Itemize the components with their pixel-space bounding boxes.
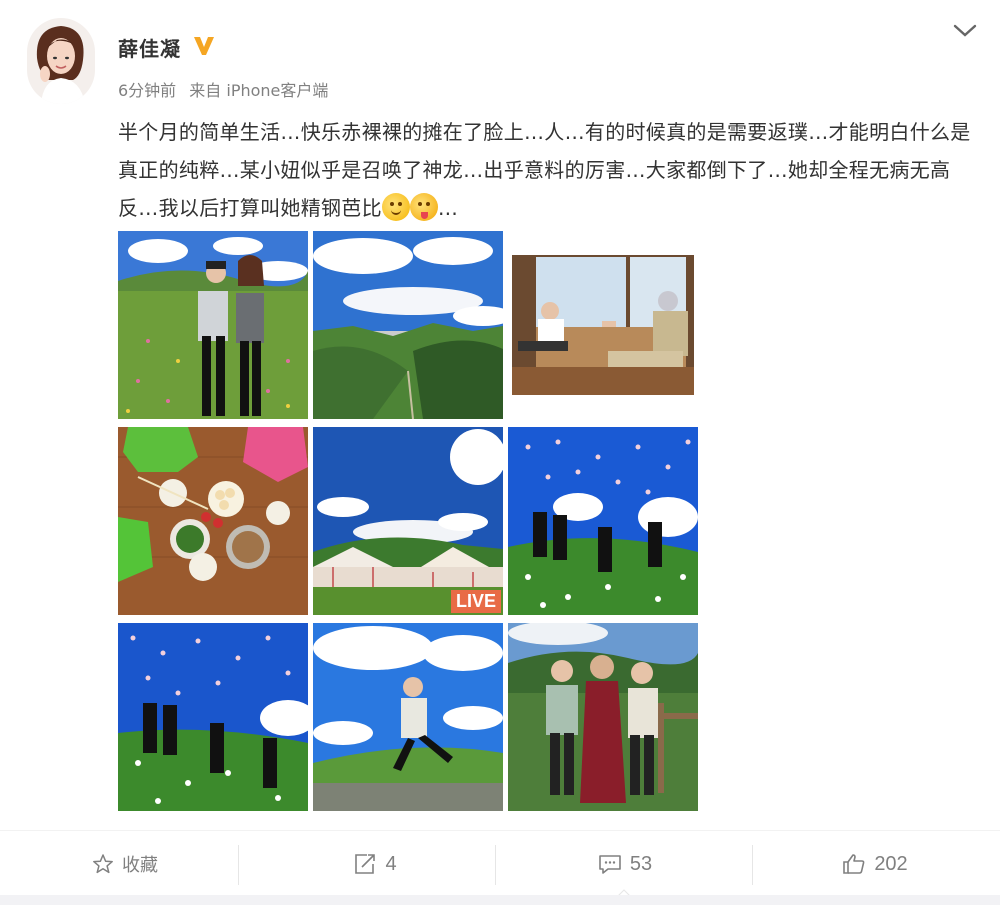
photo-green-valley[interactable] bbox=[313, 231, 503, 419]
weibo-post: 薛佳凝 6分钟前 来自 iPhone客户端 半个月的简单生活…快乐赤裸裸的摊在了… bbox=[0, 0, 1000, 830]
repost-icon bbox=[355, 854, 376, 874]
feed-separator bbox=[0, 895, 1000, 905]
repost-count: 4 bbox=[385, 852, 397, 875]
action-bar: 收藏 4 53 202 bbox=[0, 830, 1000, 905]
star-icon bbox=[93, 854, 113, 874]
live-badge: LIVE bbox=[450, 590, 501, 613]
photo-jumping-group-2[interactable] bbox=[118, 623, 308, 811]
verified-badge-icon bbox=[194, 37, 214, 55]
photo-indoor-window[interactable] bbox=[508, 231, 698, 419]
comment-icon bbox=[599, 855, 621, 874]
smirk-emoji-icon bbox=[381, 193, 410, 221]
photo-group-with-monk[interactable] bbox=[508, 623, 698, 811]
post-time[interactable]: 6分钟前 bbox=[118, 81, 176, 100]
post-source[interactable]: 来自 iPhone客户端 bbox=[189, 81, 328, 100]
thumbs-up-icon bbox=[843, 854, 865, 874]
photo-two-women-meadow[interactable] bbox=[118, 231, 308, 419]
repost-button[interactable]: 4 bbox=[250, 831, 500, 897]
photo-grid: LIVE bbox=[118, 231, 698, 811]
tongue-emoji-icon bbox=[409, 193, 438, 221]
like-button[interactable]: 202 bbox=[750, 831, 1000, 897]
favorite-button[interactable]: 收藏 bbox=[0, 831, 250, 897]
comment-count: 53 bbox=[629, 852, 653, 875]
comment-button[interactable]: 53 bbox=[500, 831, 750, 897]
divider bbox=[238, 845, 239, 885]
post-ellipsis: … bbox=[437, 196, 459, 220]
like-count: 202 bbox=[874, 852, 908, 875]
divider bbox=[495, 845, 496, 885]
author-name[interactable]: 薛佳凝 bbox=[118, 33, 181, 62]
photo-jumping-woman[interactable] bbox=[313, 623, 503, 811]
photo-tents-sky[interactable]: LIVE bbox=[313, 427, 503, 615]
post-body: 半个月的简单生活…快乐赤裸裸的摊在了脸上…人…有的时候真的是需要返璞…才能明白什… bbox=[118, 120, 971, 220]
photo-jumping-group-1[interactable] bbox=[508, 427, 698, 615]
favorite-label: 收藏 bbox=[122, 855, 158, 876]
avatar[interactable] bbox=[27, 18, 95, 104]
chevron-down-icon[interactable] bbox=[952, 22, 978, 40]
post-text: 半个月的简单生活…快乐赤裸裸的摊在了脸上…人…有的时候真的是需要返璞…才能明白什… bbox=[118, 113, 978, 227]
post-meta: 6分钟前 来自 iPhone客户端 bbox=[118, 77, 336, 101]
photo-table-food[interactable] bbox=[118, 427, 308, 615]
